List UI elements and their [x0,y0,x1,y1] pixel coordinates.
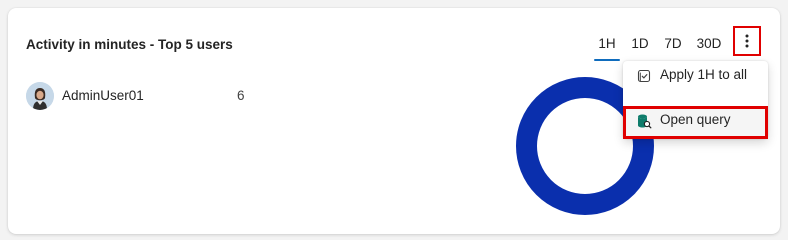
database-search-icon [638,114,652,129]
activity-card: Activity in minutes - Top 5 users 1H 1D … [8,8,780,234]
menu-item-label: Open query [660,112,731,127]
user-name: AdminUser01 [62,88,144,103]
tab-30d[interactable]: 30D [693,30,725,60]
menu-item-apply-to-all[interactable]: Apply 1H to all [623,61,768,91]
user-list-item: AdminUser01 6 [26,82,256,110]
more-options-button[interactable] [733,26,761,56]
more-vertical-icon [745,34,749,48]
calendar-check-icon [637,69,651,83]
user-activity-value: 6 [237,88,245,103]
card-title: Activity in minutes - Top 5 users [26,37,233,52]
menu-item-open-query[interactable]: Open query [623,106,768,139]
context-menu: Apply 1H to all Open query [623,61,768,139]
tab-7d[interactable]: 7D [660,30,686,60]
tab-1d[interactable]: 1D [628,30,652,60]
menu-item-label: Apply 1H to all [660,67,748,82]
user-avatar [26,82,54,110]
tab-1h[interactable]: 1H [594,30,620,61]
